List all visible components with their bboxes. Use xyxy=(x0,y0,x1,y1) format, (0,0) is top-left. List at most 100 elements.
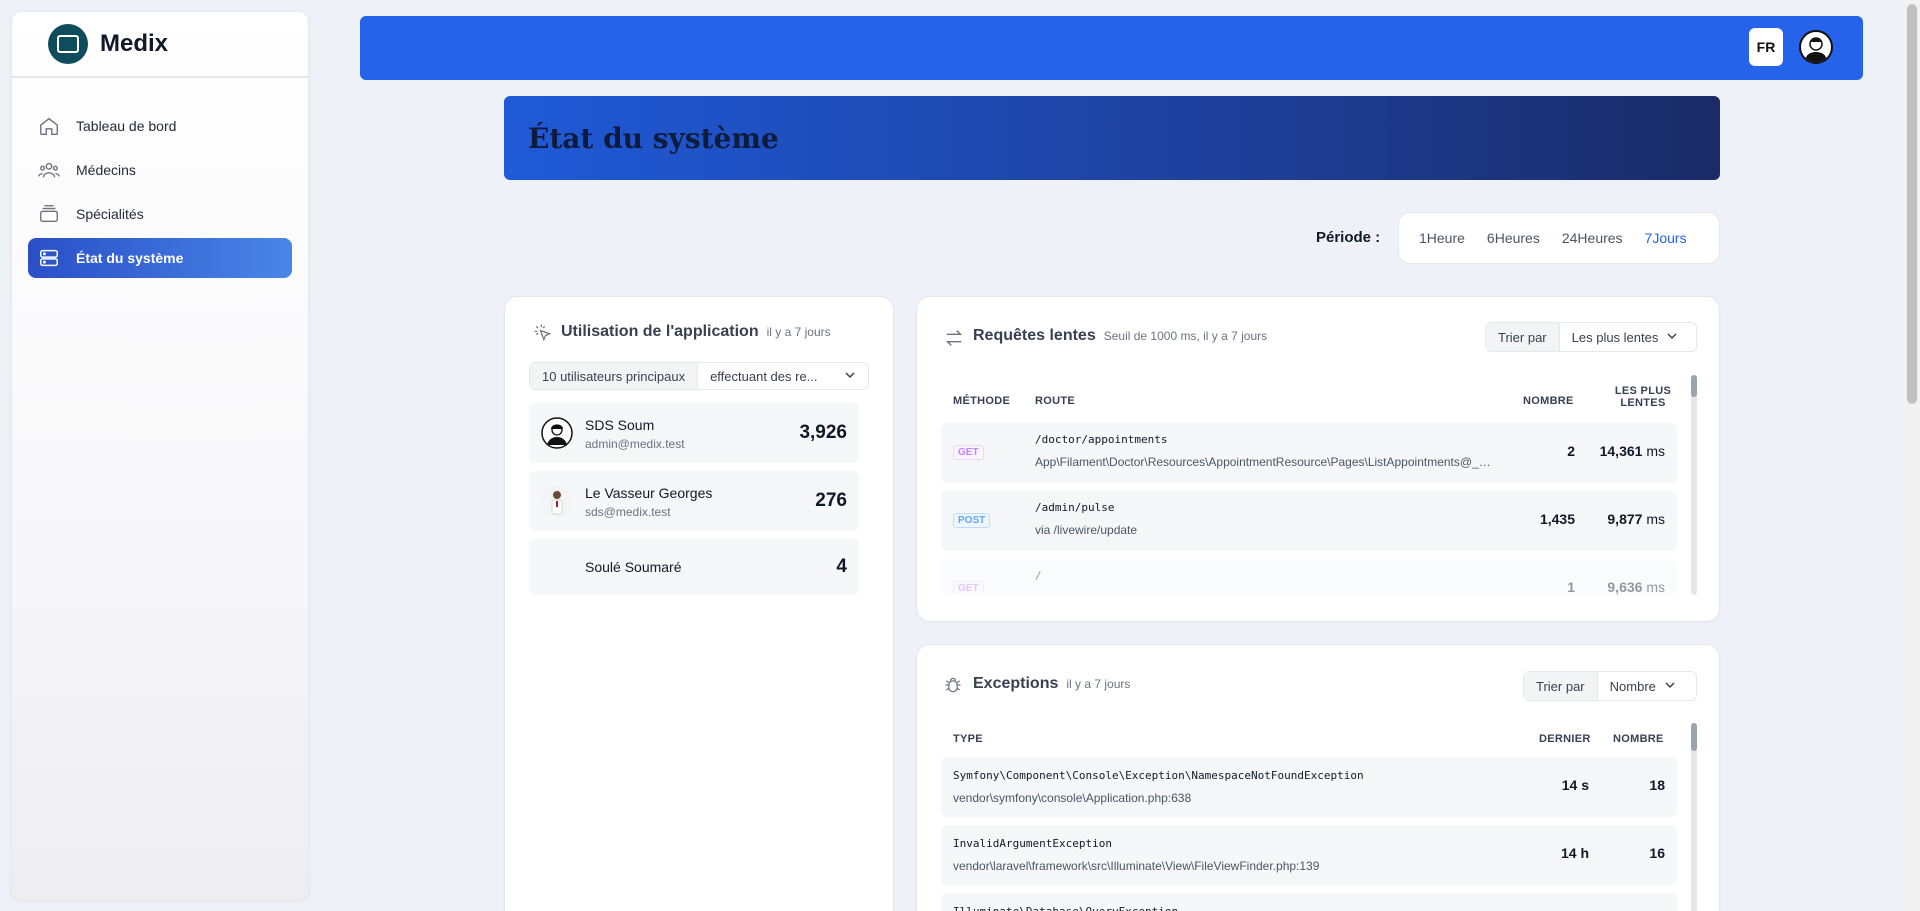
query-slowest: 9,636 ms xyxy=(1607,579,1665,595)
period-option-6h[interactable]: 6Heures xyxy=(1487,230,1540,246)
column-header-type: TYPE xyxy=(953,733,983,745)
top-bar: FR xyxy=(360,16,1863,80)
route-detail: via /livewire/update xyxy=(1035,523,1138,537)
medix-logo-icon xyxy=(48,24,88,64)
route-detail: App\Filament\Doctor\Resources\Appointmen… xyxy=(1035,455,1495,469)
user-name: SDS Soum xyxy=(585,417,655,433)
exception-location: vendor\symfony\console\Application.php:6… xyxy=(953,791,1192,805)
column-header-last: DERNIER xyxy=(1539,733,1591,745)
period-selector: 1Heure 6Heures 24Heures 7Jours xyxy=(1398,212,1720,264)
brand[interactable]: Medix xyxy=(12,12,308,78)
slow-queries-card: Requêtes lentes Seuil de 1000 ms, il y a… xyxy=(916,296,1720,622)
sort-label: Trier par xyxy=(1524,672,1598,700)
exception-type: Illuminate\Database\QueryException xyxy=(953,905,1178,911)
exception-last: 14 h xyxy=(1560,845,1589,861)
sidebar-item-dashboard[interactable]: Tableau de bord xyxy=(28,106,292,146)
arrows-exchange-icon xyxy=(943,327,963,347)
period-label: Période : xyxy=(1316,229,1381,246)
avatar xyxy=(541,417,573,449)
usage-filter-select[interactable]: 10 utilisateurs principaux effectuant de… xyxy=(529,362,869,390)
app-usage-card: Utilisation de l'application il y a 7 jo… xyxy=(504,296,894,911)
sidebar-item-doctors[interactable]: Médecins xyxy=(28,150,292,190)
home-icon xyxy=(38,115,60,137)
exceptions-card: Exceptions il y a 7 jours Trier par Nomb… xyxy=(916,644,1720,911)
column-header-slowest: LES PLUS LENTES xyxy=(1614,385,1672,409)
chevron-down-icon xyxy=(1664,679,1676,694)
sidebar-item-label: Spécialités xyxy=(76,206,144,222)
brand-name: Medix xyxy=(100,30,169,57)
language-switcher[interactable]: FR xyxy=(1749,28,1783,66)
column-header-count: NOMBRE xyxy=(1523,395,1574,407)
method-badge: GET xyxy=(953,581,984,595)
sidebar-item-label: Médecins xyxy=(76,162,136,178)
list-item: Soulé Soumaré 4 xyxy=(529,539,859,595)
sort-value: Nombre xyxy=(1609,678,1656,694)
table-row[interactable]: POST /admin/pulse via /livewire/update 1… xyxy=(941,491,1677,551)
usage-filter-label: 10 utilisateurs principaux xyxy=(530,363,699,389)
user-name: Le Vasseur Georges xyxy=(585,485,713,501)
sidebar-item-specialties[interactable]: Spécialités xyxy=(28,194,292,234)
chevron-down-icon xyxy=(844,369,856,384)
layers-icon xyxy=(38,203,60,225)
page-scrollbar[interactable] xyxy=(1904,0,1920,911)
user-avatar[interactable] xyxy=(1799,30,1833,64)
sidebar-item-label: Tableau de bord xyxy=(76,118,177,134)
table-row[interactable]: GET /doctor/appointments App\Filament\Do… xyxy=(941,423,1677,483)
route-path: /admin/pulse xyxy=(1035,501,1115,514)
user-email: sds@medix.test xyxy=(585,505,671,519)
query-slowest: 14,361 ms xyxy=(1599,443,1665,459)
period-option-7d[interactable]: 7Jours xyxy=(1645,230,1687,246)
user-count: 3,926 xyxy=(799,422,847,443)
users-icon xyxy=(38,159,60,181)
column-header-count: NOMBRE xyxy=(1613,733,1664,745)
column-header-method: MÉTHODE xyxy=(953,395,1011,407)
method-badge: POST xyxy=(953,513,991,528)
slow-queries-sort-select[interactable]: Trier par Les plus lentes xyxy=(1485,322,1697,352)
page-scrollbar-thumb[interactable] xyxy=(1907,4,1917,404)
exceptions-sort-select[interactable]: Trier par Nombre xyxy=(1523,671,1697,701)
exception-last: 14 s xyxy=(1561,777,1589,793)
route-path: / xyxy=(1035,569,1042,582)
bug-icon xyxy=(943,675,963,695)
period-option-1h[interactable]: 1Heure xyxy=(1419,230,1465,246)
sidebar-item-label: État du système xyxy=(76,250,184,266)
exception-count: 18 xyxy=(1649,777,1665,793)
page-header: État du système xyxy=(504,96,1720,180)
scrollbar-thumb[interactable] xyxy=(1691,375,1697,397)
exception-location: vendor\laravel\framework\src\Illuminate\… xyxy=(953,859,1320,873)
table-row[interactable]: Illuminate\Database\QueryException xyxy=(941,893,1677,911)
avatar xyxy=(541,485,573,517)
cursor-click-icon xyxy=(533,323,553,343)
sidebar: Medix Tableau de bord Médecins Spécialit… xyxy=(12,12,308,900)
exception-type: Symfony\Component\Console\Exception\Name… xyxy=(953,769,1364,782)
query-count: 1,435 xyxy=(1539,511,1575,527)
sidebar-item-system-status[interactable]: État du système xyxy=(28,238,292,278)
scrollbar[interactable] xyxy=(1691,375,1697,595)
period-option-24h[interactable]: 24Heures xyxy=(1562,230,1623,246)
exception-count: 16 xyxy=(1649,845,1665,861)
scrollbar-thumb[interactable] xyxy=(1691,723,1697,751)
page-title: État du système xyxy=(528,121,779,155)
usage-filter-value: effectuant des re... xyxy=(710,368,818,384)
method-badge: GET xyxy=(953,445,984,460)
server-icon xyxy=(38,247,60,269)
user-count: 4 xyxy=(836,556,847,577)
table-row[interactable]: GET / 1 9,636 ms xyxy=(941,559,1677,595)
exception-type: InvalidArgumentException xyxy=(953,837,1112,850)
card-title: Utilisation de l'application xyxy=(561,323,759,340)
sort-value: Les plus lentes xyxy=(1571,329,1659,345)
scrollbar[interactable] xyxy=(1691,723,1697,911)
user-count: 276 xyxy=(815,490,847,511)
list-item: Le Vasseur Georges sds@medix.test 276 xyxy=(529,471,859,531)
card-title: Exceptions xyxy=(973,675,1059,692)
query-count: 1 xyxy=(1567,579,1575,595)
column-header-route: ROUTE xyxy=(1035,395,1075,407)
card-subtitle: il y a 7 jours xyxy=(1066,677,1131,691)
user-email: admin@medix.test xyxy=(585,437,685,451)
table-row[interactable]: InvalidArgumentException vendor\laravel\… xyxy=(941,825,1677,885)
card-subtitle: il y a 7 jours xyxy=(766,325,831,339)
table-row[interactable]: Symfony\Component\Console\Exception\Name… xyxy=(941,757,1677,817)
card-subtitle: Seuil de 1000 ms, il y a 7 jours xyxy=(1103,329,1268,343)
route-path: /doctor/appointments xyxy=(1035,433,1168,446)
sidebar-nav: Tableau de bord Médecins Spécialités Éta… xyxy=(12,78,308,278)
